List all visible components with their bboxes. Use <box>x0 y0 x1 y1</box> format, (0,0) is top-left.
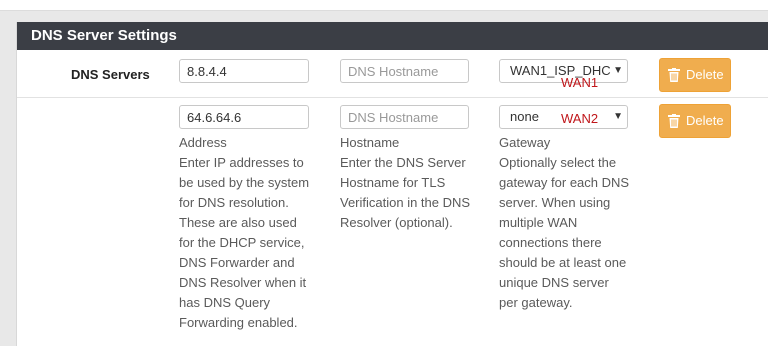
address-help-text: Enter IP addresses to be used by the sys… <box>179 155 310 330</box>
dns-address-input-2[interactable] <box>179 105 309 129</box>
caret-down-icon: ▼ <box>611 106 623 128</box>
address-help: Address Enter IP addresses to be used by… <box>179 133 315 333</box>
dns-address-input-1[interactable] <box>179 59 309 83</box>
wan1-annotation: WAN1 <box>561 75 599 90</box>
caret-down-icon: ▼ <box>611 60 623 82</box>
delete-button-2[interactable]: Delete <box>659 104 731 138</box>
gateway-help: Gateway Optionally select the gateway fo… <box>499 133 631 313</box>
wan2-annotation: WAN2 <box>561 111 599 126</box>
delete-button-1-label: Delete <box>686 67 724 82</box>
trash-icon <box>668 114 680 128</box>
dns-servers-label: DNS Servers <box>71 67 150 82</box>
hostname-help: Hostname Enter the DNS Server Hostname f… <box>340 133 474 233</box>
gateway-select-2-value: none <box>510 109 539 124</box>
dns-hostname-input-1[interactable] <box>340 59 469 83</box>
top-strip <box>0 0 768 11</box>
hostname-help-label: Hostname <box>340 135 400 150</box>
gateway-help-text: Optionally select the gateway for each D… <box>499 155 630 310</box>
trash-icon <box>668 68 680 82</box>
delete-button-2-label: Delete <box>686 113 724 128</box>
hostname-help-text: Enter the DNS Server Hostname for TLS Ve… <box>340 155 471 230</box>
row-divider <box>17 97 768 98</box>
delete-button-1[interactable]: Delete <box>659 58 731 92</box>
address-help-label: Address <box>179 135 227 150</box>
dns-server-settings-panel: DNS Server Settings DNS Servers WAN1_ISP… <box>16 22 768 346</box>
dns-hostname-input-2[interactable] <box>340 105 469 129</box>
panel-title: DNS Server Settings <box>17 22 768 50</box>
gateway-help-label: Gateway <box>499 135 551 150</box>
